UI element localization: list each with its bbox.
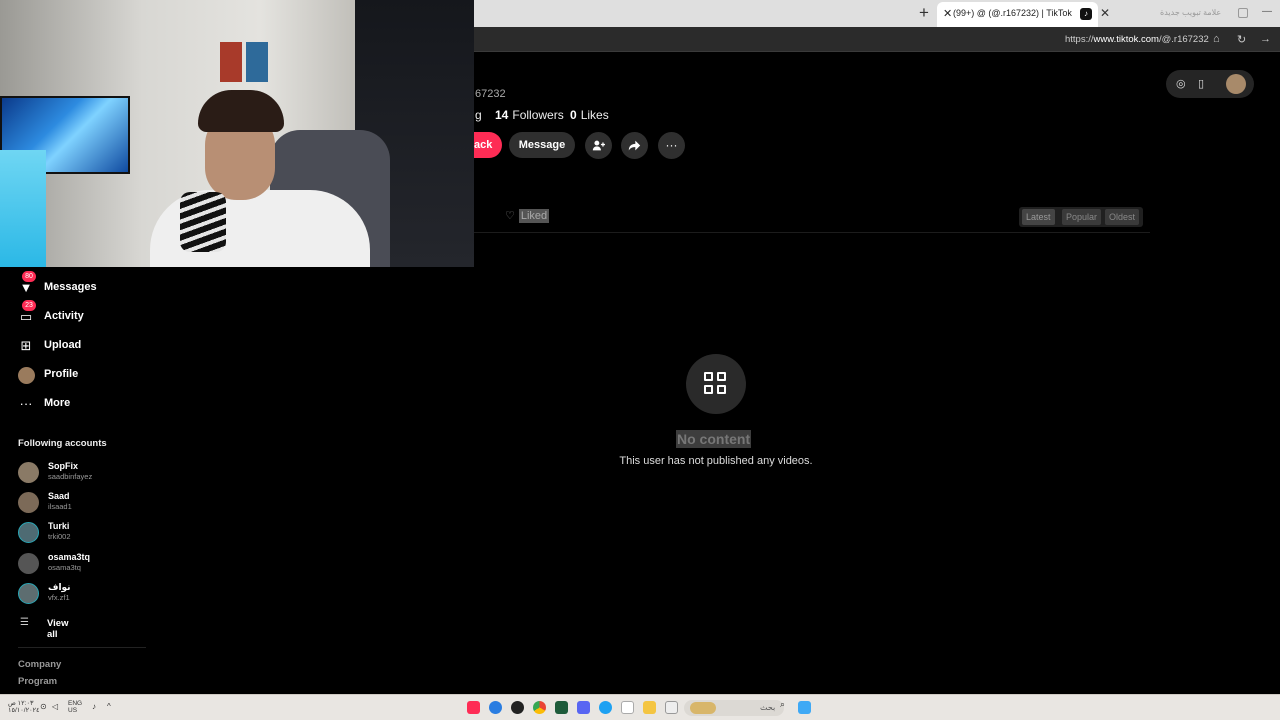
following-stat[interactable]: g xyxy=(475,108,482,122)
url-text[interactable]: https://www.tiktok.com/@.r167232 xyxy=(1065,34,1209,45)
more-options-icon[interactable]: ··· xyxy=(658,132,685,159)
mobile-icon[interactable]: ▯ xyxy=(1198,77,1204,90)
likes-stat: 0 Likes xyxy=(570,108,609,122)
minimize-icon[interactable]: — xyxy=(1262,6,1272,17)
lock-icon: ⌂ xyxy=(1213,33,1220,45)
sort-oldest-button[interactable]: Oldest xyxy=(1105,209,1140,225)
empty-state-subtitle: This user has not published any videos. xyxy=(619,455,813,467)
list-icon: ☰ xyxy=(20,617,29,628)
add-friend-icon[interactable] xyxy=(585,132,612,159)
footer-link-company[interactable]: Company xyxy=(18,659,61,670)
browser-tab-tiktok[interactable]: ✕ (99+) ‪‪@ (@.r167232) | TikTok ♪ xyxy=(937,2,1098,27)
terminal-app-icon[interactable] xyxy=(555,701,568,714)
notification-icon[interactable]: ⊙ xyxy=(40,703,47,711)
avatar xyxy=(18,553,39,574)
tray-expand-icon[interactable]: ^ xyxy=(107,703,111,711)
messages-badge: 80 xyxy=(22,271,36,282)
tab-search-icon[interactable] xyxy=(1238,8,1248,18)
tab-mute-icon[interactable]: ✕ xyxy=(943,7,952,20)
grid-icon xyxy=(686,354,746,414)
store-app-icon[interactable] xyxy=(621,701,634,714)
activity-badge: 23 xyxy=(22,300,36,311)
new-tab-button[interactable]: + xyxy=(915,4,933,22)
browser-tab-new[interactable]: علامة تبويب جديدة xyxy=(1160,8,1221,17)
notepad-app-icon[interactable] xyxy=(665,701,678,714)
mic-icon[interactable]: ♪ xyxy=(92,703,96,711)
compass-icon[interactable]: ◎ xyxy=(1176,77,1186,90)
empty-state-title: No content xyxy=(676,430,752,448)
chrome-app-icon[interactable] xyxy=(533,701,546,714)
avatar xyxy=(18,462,39,483)
sort-toggle: Latest Popular Oldest xyxy=(1019,207,1143,227)
avatar xyxy=(18,492,39,513)
taskbar: ١٢:٠٣ ص ١٥/١٠/٢٠٢٤ ⊙ ENG US ◁ ♪ ^ بحث ⌕ xyxy=(0,694,1280,720)
avatar xyxy=(18,522,39,543)
language-indicator[interactable]: ENG US xyxy=(68,700,82,714)
file-explorer-icon[interactable] xyxy=(643,701,656,714)
reload-icon[interactable]: ↻ xyxy=(1237,33,1246,46)
forward-icon[interactable]: → xyxy=(1260,33,1271,45)
start-icon[interactable] xyxy=(798,701,811,714)
edge-app-icon[interactable] xyxy=(599,701,612,714)
search-icon[interactable]: ⌕ xyxy=(780,700,785,709)
tabs-divider xyxy=(470,232,1150,233)
avatar-icon xyxy=(18,367,35,384)
tab-title: (99+) ‪‪@ (@.r167232) | TikTok xyxy=(953,8,1072,18)
search-highlight-icon xyxy=(690,702,716,714)
obs-app-icon[interactable] xyxy=(511,701,524,714)
plus-square-icon: ⊞ xyxy=(20,338,32,353)
tiktok-app-icon[interactable] xyxy=(467,701,480,714)
followers-stat[interactable]: 14 Followers xyxy=(495,108,564,122)
tab-liked[interactable]: ♡ Liked xyxy=(505,209,550,223)
tiktok-favicon-icon: ♪ xyxy=(1080,8,1092,20)
microphone xyxy=(180,192,226,252)
avatar xyxy=(18,583,39,604)
send-icon: ▼ xyxy=(19,280,33,295)
footer-link-program[interactable]: Program xyxy=(18,676,57,687)
following-accounts-title: Following accounts xyxy=(18,438,107,449)
user-avatar[interactable] xyxy=(1226,74,1246,94)
close-tab-icon[interactable]: ✕ xyxy=(1100,6,1110,20)
sidebar-divider xyxy=(18,647,146,648)
volume-icon[interactable]: ◁ xyxy=(52,703,58,711)
taskbar-search[interactable]: بحث xyxy=(684,700,784,716)
clock[interactable]: ١٢:٠٣ ص ١٥/١٠/٢٠٢٤ xyxy=(8,700,40,714)
ellipsis-icon: ··· xyxy=(19,396,33,411)
sort-latest-button[interactable]: Latest xyxy=(1022,209,1055,225)
browser-app-icon[interactable] xyxy=(489,701,502,714)
message-button[interactable]: Message xyxy=(509,132,575,158)
discord-app-icon[interactable] xyxy=(577,701,590,714)
inbox-icon: ▭ xyxy=(19,309,33,324)
profile-handle: 67232 xyxy=(475,88,506,100)
liked-lock-icon: ♡ xyxy=(505,210,515,222)
sort-popular-button[interactable]: Popular xyxy=(1062,209,1102,225)
share-icon[interactable] xyxy=(621,132,648,159)
webcam-overlay xyxy=(0,0,474,267)
top-right-toolbar: ◎ ▯ xyxy=(1166,70,1254,98)
